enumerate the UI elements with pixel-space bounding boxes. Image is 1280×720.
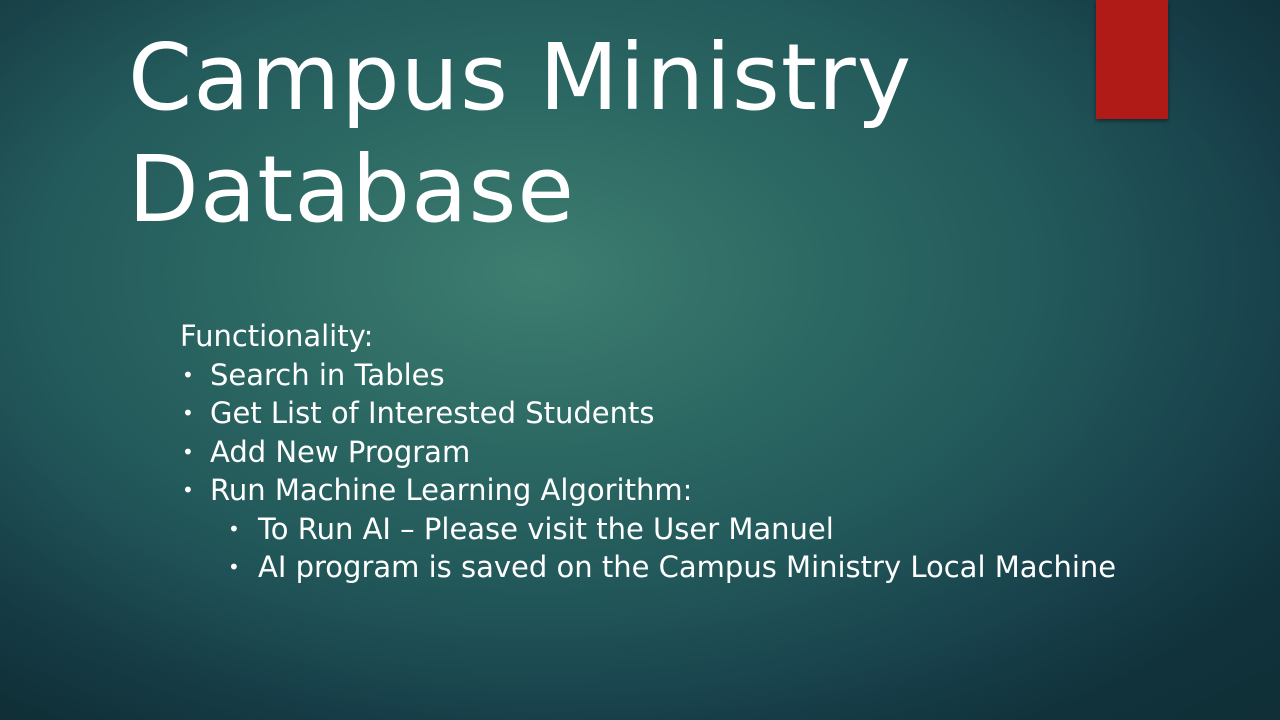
bullet-icon: • — [182, 439, 194, 464]
accent-bar — [1096, 0, 1168, 119]
bullet-icon: • — [182, 478, 194, 502]
list-item-text: Add New Program — [210, 434, 471, 469]
bullet-icon: • — [228, 555, 240, 579]
title-line-1: Campus Ministry — [128, 24, 913, 131]
sub-list-item-text: AI program is saved on the Campus Minist… — [258, 550, 1117, 584]
slide-title: Campus Ministry Database — [128, 22, 912, 246]
bullet-icon: • — [228, 516, 240, 541]
bullet-icon: • — [182, 362, 194, 387]
list-item-text: Search in Tables — [210, 357, 445, 392]
list-item: • Run Machine Learning Algorithm: — [180, 471, 1116, 510]
list-item: • Add New Program — [180, 433, 1116, 472]
slide-body: Functionality: • Search in Tables • Get … — [180, 317, 1116, 587]
bullet-icon: • — [182, 401, 194, 425]
list-item: • Search in Tables — [180, 356, 1116, 395]
list-item-text: Get List of Interested Students — [210, 396, 655, 430]
list-item-text: Run Machine Learning Algorithm: — [210, 473, 693, 507]
sub-list-item-text: To Run AI – Please visit the User Manuel — [258, 511, 834, 546]
sub-list-item: • AI program is saved on the Campus Mini… — [180, 548, 1116, 587]
list-item: • Get List of Interested Students — [180, 394, 1116, 433]
title-line-2: Database — [128, 136, 575, 243]
sub-list-item: • To Run AI – Please visit the User Manu… — [180, 510, 1116, 549]
functionality-heading: Functionality: — [180, 319, 374, 353]
bullet-list: • Search in Tables • Get List of Interes… — [180, 356, 1116, 587]
